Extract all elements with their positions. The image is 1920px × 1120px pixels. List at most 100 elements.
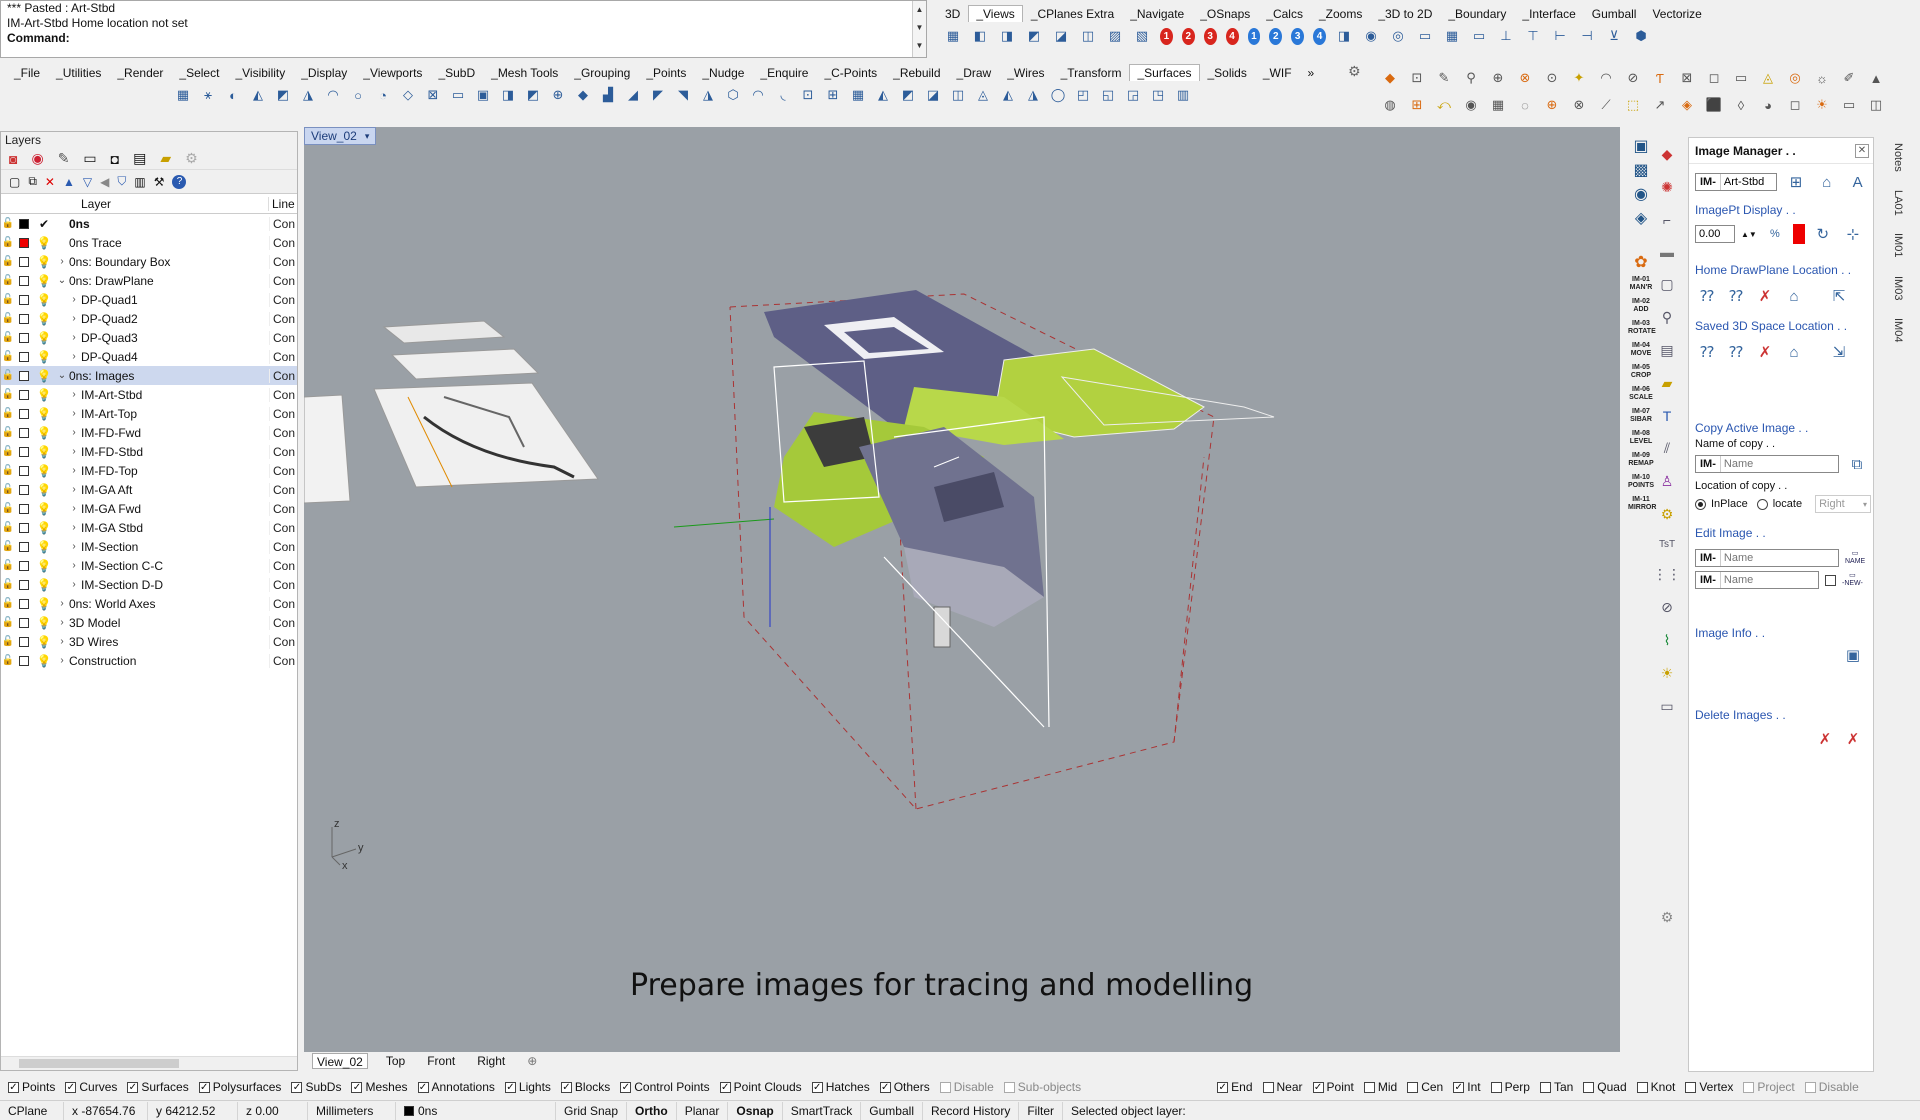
view-tool-icon[interactable]: ⊤: [1521, 24, 1545, 48]
sidebar-tool-icon[interactable]: ◈: [1675, 93, 1699, 117]
layer-linetype[interactable]: Con: [269, 501, 297, 516]
document-tab-icon[interactable]: ▤: [133, 150, 146, 167]
chevron-right-icon[interactable]: ›: [67, 503, 81, 514]
surface-tool-icon[interactable]: ⊕: [547, 83, 569, 107]
camera-icon[interactable]: ◉: [1634, 184, 1648, 204]
chevron-right-icon[interactable]: ›: [67, 332, 81, 343]
lock-icon[interactable]: 🔓: [1, 636, 15, 647]
chevron-right-icon[interactable]: ›: [67, 351, 81, 362]
main-tab[interactable]: _Enquire: [752, 64, 816, 81]
bulb-icon[interactable]: 💡: [33, 236, 55, 250]
tabs-overflow-icon[interactable]: »: [1300, 64, 1323, 81]
checkbox[interactable]: ✓: [620, 1081, 632, 1093]
bulb-icon[interactable]: 💡: [33, 426, 55, 440]
im-tool-button[interactable]: IM-04 MOVE: [1628, 342, 1654, 358]
image-info-icon[interactable]: ⌂: [1815, 170, 1838, 194]
view-tool-icon[interactable]: ◧: [968, 24, 992, 48]
sidebar-tool-icon[interactable]: ◊: [1729, 93, 1753, 117]
layer-color[interactable]: [15, 446, 33, 457]
checkbox[interactable]: ✓: [8, 1081, 19, 1093]
surface-tool-icon[interactable]: ▥: [1172, 83, 1194, 107]
chevron-down-icon[interactable]: ⌄: [55, 370, 69, 381]
saved-view-red-icon[interactable]: 1: [1160, 27, 1173, 45]
main-tab[interactable]: _Mesh Tools: [483, 64, 566, 81]
lock-icon[interactable]: 🔓: [1, 617, 15, 628]
chevron-right-icon[interactable]: ›: [55, 617, 69, 628]
surface-tool-icon[interactable]: ⬡: [722, 83, 744, 107]
checkbox[interactable]: ✓: [65, 1081, 77, 1093]
delete-all-images-icon[interactable]: ✗: [1841, 727, 1865, 751]
chevron-right-icon[interactable]: ›: [67, 465, 81, 476]
sidebar-tool-icon[interactable]: ⊗: [1513, 66, 1537, 90]
sidebar-tool-icon[interactable]: ▲: [1864, 66, 1888, 90]
layer-color[interactable]: [15, 465, 33, 476]
sidebar-tool-icon[interactable]: ⊕: [1486, 66, 1510, 90]
bulb-icon[interactable]: 💡: [33, 274, 55, 288]
layer-color[interactable]: [15, 579, 33, 590]
layer-row[interactable]: 🔓 💡 › IM-Section Con: [1, 537, 297, 556]
close-icon[interactable]: ✕: [1855, 143, 1869, 158]
bulb-icon[interactable]: 💡: [33, 369, 55, 383]
surface-tool-icon[interactable]: ◆: [572, 83, 594, 107]
maple-leaf-icon[interactable]: ✿: [1634, 252, 1647, 272]
gear-icon[interactable]: ⚙: [1348, 63, 1361, 80]
sidebar-tool-icon[interactable]: ✐: [1837, 66, 1861, 90]
surface-tool-icon[interactable]: ◠: [747, 83, 769, 107]
current-image-field[interactable]: IM-: [1695, 173, 1777, 191]
filter-option[interactable]: ✓ Curves: [65, 1080, 117, 1094]
im-tool-button[interactable]: IM-08 LEVEL: [1628, 430, 1654, 446]
surface-tool-icon[interactable]: ▟: [597, 83, 619, 107]
sidebar-tool-icon[interactable]: ⟋: [1594, 93, 1618, 117]
name-button[interactable]: ▭ NAME: [1845, 550, 1865, 566]
view-tool-icon[interactable]: ⊥: [1494, 24, 1518, 48]
layer-color[interactable]: [15, 237, 33, 248]
saved-go-icon[interactable]: ⇲: [1827, 340, 1851, 364]
layer-row[interactable]: 🔓 💡 › 0ns: World Axes Con: [1, 594, 297, 613]
cplane-label[interactable]: CPlane: [0, 1101, 64, 1120]
layer-row[interactable]: 🔓 💡 › IM-GA Fwd Con: [1, 499, 297, 518]
bulb-icon[interactable]: 💡: [33, 388, 55, 402]
main-tab[interactable]: _Utilities: [48, 64, 109, 81]
text-icon[interactable]: T: [1663, 408, 1672, 424]
command-input[interactable]: [73, 31, 774, 46]
filter-option[interactable]: ✓ End: [1217, 1080, 1253, 1094]
status-toggle[interactable]: Ortho: [627, 1101, 677, 1120]
chevron-right-icon[interactable]: ›: [55, 655, 69, 666]
surface-tool-icon[interactable]: ▦: [172, 83, 194, 107]
units-label[interactable]: Millimeters: [308, 1101, 396, 1120]
viewport[interactable]: z y x: [304, 127, 1620, 1052]
saved-view-red-icon[interactable]: 3: [1203, 27, 1217, 45]
sidebar-tool-icon[interactable]: ◌: [1513, 93, 1537, 117]
panel-vertical-tab[interactable]: IM03: [1892, 276, 1904, 300]
layer-color[interactable]: [15, 256, 33, 267]
layer-row[interactable]: 🔓 💡 › DP-Quad3 Con: [1, 328, 297, 347]
filter-option[interactable]: Disable: [1804, 1080, 1859, 1094]
checkbox[interactable]: ✓: [198, 1081, 210, 1093]
materials-tab-icon[interactable]: ◉: [31, 150, 43, 167]
bulb-icon[interactable]: 💡: [33, 578, 55, 592]
filter-option[interactable]: ✓ Point: [1312, 1080, 1354, 1094]
layer-linetype[interactable]: Con: [269, 634, 297, 649]
delete-image-icon[interactable]: ✗: [1813, 727, 1837, 751]
checkbox[interactable]: [1583, 1081, 1595, 1093]
saved-view-blue-icon[interactable]: 1: [1247, 27, 1261, 45]
checkbox[interactable]: ✓: [879, 1081, 891, 1093]
main-tab[interactable]: _Solids: [1200, 64, 1255, 81]
main-tab[interactable]: _Render: [109, 64, 171, 81]
layer-row[interactable]: 🔓 💡 › 3D Wires Con: [1, 632, 297, 651]
path-icon[interactable]: ⌇: [1664, 632, 1671, 649]
layer-linetype[interactable]: Con: [269, 330, 297, 345]
bulb-icon[interactable]: 💡: [33, 312, 55, 326]
panel-vertical-tab[interactable]: LA01: [1892, 190, 1904, 216]
chevron-right-icon[interactable]: ›: [67, 522, 81, 533]
display-size-input[interactable]: [1696, 228, 1734, 240]
im-tool-button[interactable]: IM-11 MIRROR: [1628, 496, 1656, 512]
surface-tool-icon[interactable]: ◫: [947, 83, 969, 107]
layer-color[interactable]: [15, 332, 33, 343]
layer-color[interactable]: [15, 275, 33, 286]
checkbox[interactable]: ✓: [417, 1081, 429, 1093]
view-tool-icon[interactable]: ⊣: [1575, 24, 1599, 48]
view-tool-icon[interactable]: ◫: [1076, 24, 1100, 48]
layer-color[interactable]: [15, 294, 33, 305]
layer-linetype[interactable]: Con: [269, 254, 297, 269]
